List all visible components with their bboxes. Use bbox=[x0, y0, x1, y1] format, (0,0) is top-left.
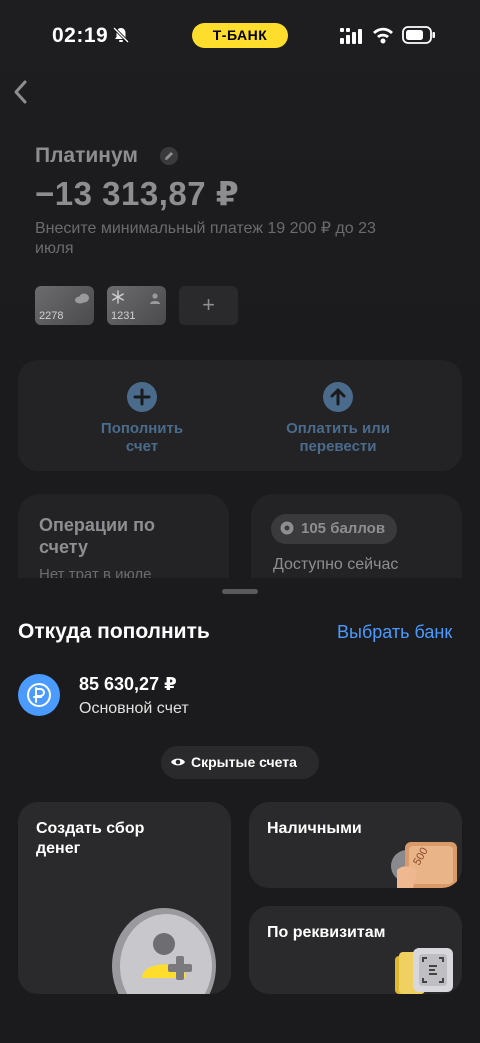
card-last4: 2278 bbox=[39, 310, 64, 322]
status-bar: 02:19 Т-БАНК bbox=[0, 0, 480, 70]
add-card-button[interactable]: + bbox=[179, 286, 238, 325]
ruble-icon bbox=[18, 674, 60, 716]
account-balance: −13 313,87 ₽ bbox=[35, 175, 240, 212]
clock: 02:19 bbox=[52, 24, 109, 47]
source-account-amount: 85 630,27 ₽ bbox=[79, 674, 177, 694]
account-actions: Пополнить счет Оплатить или перевести bbox=[18, 360, 462, 471]
top-up-sheet: Откуда пополнить Выбрать банк 85 630,27 … bbox=[0, 578, 480, 1043]
source-account-row[interactable]: 85 630,27 ₽ Основной счет bbox=[18, 674, 462, 724]
top-up-action[interactable]: Пополнить счет bbox=[62, 382, 222, 456]
snowflake-icon bbox=[112, 290, 124, 304]
create-fundraise-label: Создать сбор денег bbox=[36, 820, 145, 857]
create-fundraise-option[interactable]: Создать сбор денег bbox=[18, 802, 231, 994]
requisites-label: По реквизитам bbox=[267, 924, 386, 941]
points-badge: 105 баллов bbox=[271, 514, 398, 544]
card-last4: 1231 bbox=[111, 310, 136, 322]
plus-icon bbox=[127, 382, 157, 412]
pencil-icon[interactable] bbox=[160, 147, 178, 165]
brand-pill: Т-БАНК bbox=[192, 23, 288, 48]
available-now: Доступно сейчас bbox=[273, 556, 399, 573]
banknotes-icon: 500 bbox=[391, 842, 457, 888]
pay-action[interactable]: Оплатить или перевести bbox=[258, 382, 418, 456]
points-value: 105 баллов bbox=[301, 520, 386, 537]
card-cloud-icon bbox=[75, 293, 89, 304]
choose-bank-link[interactable]: Выбрать банк bbox=[337, 622, 452, 643]
battery-icon bbox=[402, 26, 435, 44]
person-icon bbox=[150, 293, 160, 304]
gear-icon bbox=[280, 521, 294, 535]
operations-title: Операции по счету bbox=[39, 515, 155, 557]
account-name: Платинум bbox=[35, 144, 138, 167]
linked-card[interactable]: 1231 bbox=[107, 286, 166, 325]
cash-option[interactable]: Наличными 500 bbox=[249, 802, 462, 888]
arrow-up-icon bbox=[323, 382, 353, 412]
sheet-grabber[interactable] bbox=[222, 589, 258, 594]
cash-label: Наличными bbox=[267, 820, 362, 837]
document-scan-icon bbox=[395, 948, 453, 994]
hidden-accounts-button[interactable]: Скрытые счета bbox=[161, 746, 319, 779]
sheet-title: Откуда пополнить bbox=[18, 620, 210, 643]
eye-icon bbox=[171, 758, 185, 766]
top-up-label: Пополнить счет bbox=[100, 420, 184, 455]
coin-person-icon bbox=[112, 908, 216, 994]
linked-card[interactable]: 2278 bbox=[35, 286, 94, 325]
hidden-accounts-label: Скрытые счета bbox=[191, 754, 297, 770]
wifi-icon bbox=[373, 27, 393, 44]
payment-hint: Внесите минимальный платеж 19 200 ₽ до 2… bbox=[35, 220, 376, 257]
source-account-name: Основной счет bbox=[79, 700, 189, 717]
pay-label: Оплатить или перевести bbox=[286, 420, 390, 455]
bell-off-icon bbox=[112, 26, 130, 44]
signal-icon bbox=[340, 28, 362, 44]
back-chevron-icon[interactable] bbox=[10, 78, 32, 106]
requisites-option[interactable]: По реквизитам bbox=[249, 906, 462, 994]
